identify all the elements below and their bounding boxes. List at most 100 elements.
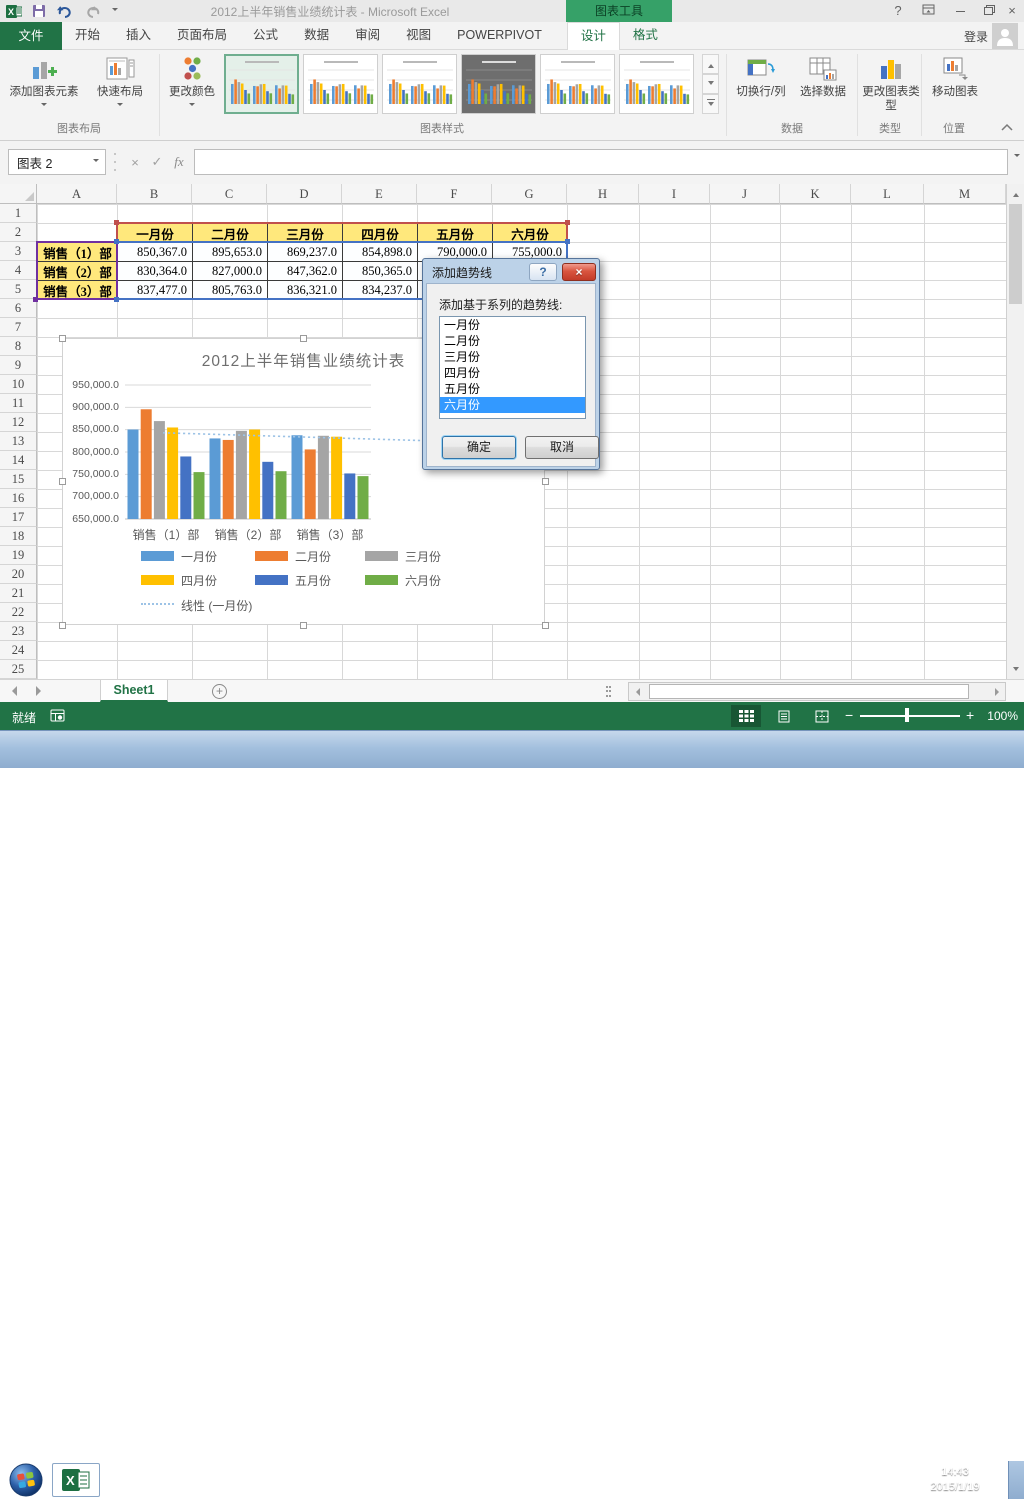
column-header-E[interactable]: E bbox=[342, 184, 417, 204]
zoom-out-icon[interactable]: − bbox=[845, 707, 853, 723]
cell-value-E4[interactable]: 850,365.0 bbox=[342, 261, 418, 281]
view-page-layout-icon[interactable] bbox=[769, 705, 799, 727]
sign-in-link[interactable]: 登录 bbox=[964, 28, 988, 45]
change-chart-type-button[interactable]: 更改图表类型 bbox=[862, 52, 920, 114]
tab-review[interactable]: 审阅 bbox=[342, 22, 393, 50]
row-header-5[interactable]: 5 bbox=[0, 280, 37, 299]
help-icon[interactable]: ? bbox=[886, 2, 910, 19]
scroll-left-icon[interactable] bbox=[629, 683, 646, 700]
zoom-slider-track[interactable] bbox=[860, 715, 960, 717]
gallery-expand-icon[interactable] bbox=[702, 94, 719, 114]
tab-design[interactable]: 设计 bbox=[566, 22, 620, 50]
column-header-I[interactable]: I bbox=[639, 184, 710, 204]
select-all-corner[interactable] bbox=[0, 184, 37, 204]
chart-bar-series5-cat3[interactable] bbox=[344, 473, 356, 519]
row-header-17[interactable]: 17 bbox=[0, 508, 37, 527]
restore-button[interactable] bbox=[976, 2, 1000, 19]
tab-page-layout[interactable]: 页面布局 bbox=[164, 22, 240, 50]
column-header-F[interactable]: F bbox=[417, 184, 492, 204]
row-header-25[interactable]: 25 bbox=[0, 660, 37, 679]
cell-month-header-1[interactable]: 一月份 bbox=[117, 223, 193, 243]
dialog-close-icon[interactable]: × bbox=[562, 263, 596, 281]
legend-swatch-5[interactable] bbox=[255, 575, 288, 585]
change-colors-button[interactable]: 更改颜色 bbox=[165, 52, 219, 109]
range-handle[interactable] bbox=[565, 239, 570, 244]
move-chart-button[interactable]: 移动图表 bbox=[926, 52, 984, 100]
start-button[interactable] bbox=[8, 1462, 44, 1501]
formula-input[interactable] bbox=[194, 149, 1008, 175]
undo-icon[interactable] bbox=[56, 4, 74, 18]
view-page-break-icon[interactable] bbox=[807, 705, 837, 727]
range-handle[interactable] bbox=[565, 220, 570, 225]
chart-bar-series2-cat2[interactable] bbox=[222, 439, 234, 519]
tab-powerpivot[interactable]: POWERPIVOT bbox=[444, 22, 555, 50]
tab-split-handle[interactable] bbox=[606, 686, 613, 698]
column-header-J[interactable]: J bbox=[710, 184, 780, 204]
cell-value-D4[interactable]: 847,362.0 bbox=[267, 261, 343, 281]
cell-value-B4[interactable]: 830,364.0 bbox=[117, 261, 193, 281]
cell-value-C3[interactable]: 895,653.0 bbox=[192, 242, 268, 262]
collapse-ribbon-icon[interactable] bbox=[1000, 122, 1018, 136]
network-icon[interactable] bbox=[854, 1473, 874, 1492]
cell-value-B3[interactable]: 850,367.0 bbox=[117, 242, 193, 262]
select-data-button[interactable]: 选择数据 bbox=[793, 52, 853, 100]
row-header-12[interactable]: 12 bbox=[0, 413, 37, 432]
taskbar-clock[interactable]: 14:43 2015/1/19 bbox=[916, 1465, 994, 1495]
dialog-help-icon[interactable]: ? bbox=[529, 263, 557, 281]
vertical-scroll-thumb[interactable] bbox=[1009, 204, 1022, 304]
sheet-nav-left-icon[interactable] bbox=[12, 686, 17, 696]
range-handle[interactable] bbox=[114, 220, 119, 225]
column-header-A[interactable]: A bbox=[37, 184, 117, 204]
chart-selection-handle[interactable] bbox=[542, 478, 549, 485]
row-header-23[interactable]: 23 bbox=[0, 622, 37, 641]
row-header-20[interactable]: 20 bbox=[0, 565, 37, 584]
cancel-button[interactable]: 取消 bbox=[525, 436, 599, 459]
sheet-nav-right-icon[interactable] bbox=[36, 686, 41, 696]
formula-cancel-icon[interactable]: × bbox=[124, 149, 146, 175]
row-header-16[interactable]: 16 bbox=[0, 489, 37, 508]
row-header-19[interactable]: 19 bbox=[0, 546, 37, 565]
tab-home[interactable]: 开始 bbox=[62, 22, 113, 50]
add-chart-element-button[interactable]: 添加图表元素 bbox=[6, 52, 82, 109]
zoom-in-icon[interactable]: + bbox=[966, 707, 974, 723]
sheet-tab-sheet1[interactable]: Sheet1 bbox=[100, 680, 168, 702]
row-header-10[interactable]: 10 bbox=[0, 375, 37, 394]
minimize-button[interactable] bbox=[948, 2, 972, 19]
range-handle[interactable] bbox=[114, 239, 119, 244]
cell-month-header-6[interactable]: 六月份 bbox=[492, 223, 568, 243]
cell-value-B5[interactable]: 837,477.0 bbox=[117, 280, 193, 300]
chart-bar-series4-cat1[interactable] bbox=[167, 427, 179, 519]
chart-bar-series5-cat1[interactable] bbox=[180, 456, 192, 519]
row-header-24[interactable]: 24 bbox=[0, 641, 37, 660]
chart-selection-handle[interactable] bbox=[59, 478, 66, 485]
tab-insert[interactable]: 插入 bbox=[113, 22, 164, 50]
insert-function-icon[interactable]: fx bbox=[168, 149, 190, 175]
tray-expand-icon[interactable] bbox=[832, 1476, 840, 1485]
ok-button[interactable]: 确定 bbox=[442, 436, 516, 459]
add-sheet-button[interactable]: + bbox=[212, 684, 227, 699]
zoom-slider-thumb[interactable] bbox=[905, 708, 909, 722]
chart-style-3[interactable] bbox=[382, 54, 457, 114]
chart-bar-series4-cat2[interactable] bbox=[249, 429, 261, 519]
trendline-option-5[interactable]: 五月份 bbox=[440, 381, 585, 397]
cell-value-D3[interactable]: 869,237.0 bbox=[267, 242, 343, 262]
macro-record-icon[interactable] bbox=[50, 709, 65, 725]
scroll-right-icon[interactable] bbox=[988, 683, 1005, 700]
column-header-M[interactable]: M bbox=[924, 184, 1006, 204]
chart-bar-series1-cat1[interactable] bbox=[127, 429, 139, 519]
trendline-series-listbox[interactable]: 一月份 二月份 三月份 四月份 五月份 六月份 bbox=[439, 316, 586, 419]
row-header-9[interactable]: 9 bbox=[0, 356, 37, 375]
quick-layout-button[interactable]: 快速布局 bbox=[86, 52, 154, 109]
chart-bar-series2-cat1[interactable] bbox=[140, 409, 152, 519]
trendline-option-2[interactable]: 二月份 bbox=[440, 333, 585, 349]
scroll-up-icon[interactable] bbox=[1007, 184, 1024, 202]
name-box[interactable]: 图表 2 bbox=[8, 149, 106, 175]
column-header-C[interactable]: C bbox=[192, 184, 267, 204]
trendline-option-4[interactable]: 四月份 bbox=[440, 365, 585, 381]
cell-month-header-4[interactable]: 四月份 bbox=[342, 223, 418, 243]
speaker-icon[interactable] bbox=[888, 1473, 906, 1492]
column-header-D[interactable]: D bbox=[267, 184, 342, 204]
zoom-level[interactable]: 100% bbox=[980, 709, 1018, 723]
cell-value-C5[interactable]: 805,763.0 bbox=[192, 280, 268, 300]
cell-dept-label-2[interactable]: 销售（2）部 bbox=[37, 261, 118, 281]
